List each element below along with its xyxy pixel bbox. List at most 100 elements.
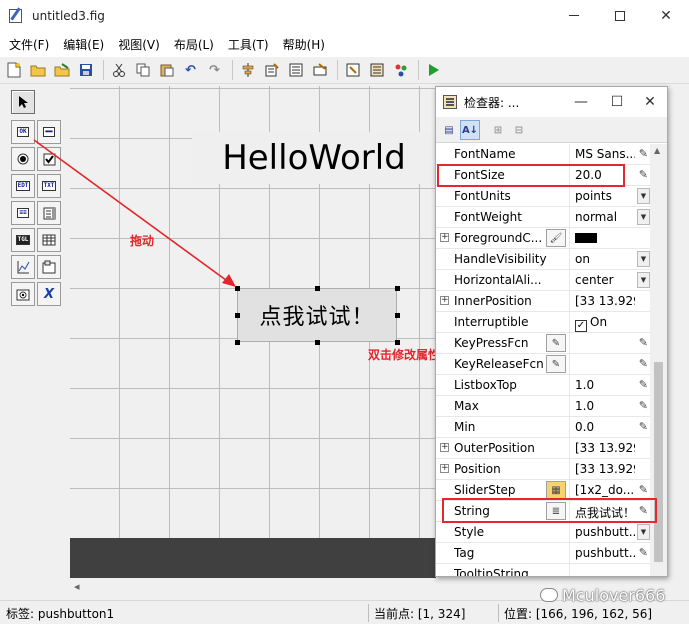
pencil-icon[interactable]: ✎	[639, 399, 648, 412]
property-row[interactable]: TooltipString	[436, 564, 650, 577]
chevron-down-icon[interactable]: ▼	[637, 524, 650, 540]
inspector-close-button[interactable]: ✕	[632, 87, 667, 117]
property-row[interactable]: KeyPressFcn ✎ ✎	[436, 333, 650, 354]
property-row[interactable]: + ForegroundC... 🖌	[436, 228, 650, 249]
property-name: InnerPosition	[454, 294, 532, 308]
property-name: Style	[454, 525, 485, 539]
inspector-toolbar: ▤ A↓ ⊞ ⊟	[436, 117, 667, 143]
categorize-icon[interactable]: ▤	[439, 120, 459, 140]
column-divider	[569, 144, 570, 165]
chevron-down-icon[interactable]: ▼	[637, 251, 650, 267]
property-row[interactable]: FontUnits points ▼	[436, 186, 650, 207]
drag-annotation: 拖动	[130, 234, 155, 248]
horizontal-scrollbar[interactable]: ◂	[70, 578, 436, 595]
property-name: HandleVisibility	[454, 252, 547, 266]
property-row[interactable]: + Position [33 13.929 ...	[436, 459, 650, 480]
pencil-icon[interactable]: ✎	[639, 483, 648, 496]
status-current-point: 当前点: [1, 324]	[374, 607, 466, 621]
scroll-left-icon[interactable]: ◂	[74, 580, 80, 593]
column-divider	[569, 459, 570, 480]
property-value[interactable]: 1.0	[575, 378, 635, 392]
pencil-icon[interactable]: ✎	[639, 168, 648, 181]
pencil-icon[interactable]: ✎	[639, 336, 648, 349]
property-value[interactable]: [33 13.929 ...	[575, 462, 635, 476]
column-divider	[569, 249, 570, 270]
column-divider	[569, 270, 570, 291]
property-value[interactable]: center	[575, 273, 635, 287]
property-value[interactable]: MS Sans...	[575, 147, 635, 161]
property-value[interactable]: 1.0	[575, 399, 635, 413]
pencil-icon[interactable]: ✎	[639, 147, 648, 160]
property-row[interactable]: FontName MS Sans... ✎	[436, 144, 650, 165]
property-value[interactable]: pushbutt...	[575, 525, 635, 539]
property-name: Max	[454, 399, 479, 413]
property-row[interactable]: + InnerPosition [33 13.929 ...	[436, 291, 650, 312]
property-row[interactable]: KeyReleaseFcn ✎ ✎	[436, 354, 650, 375]
property-value[interactable]: ✓ On	[575, 315, 635, 332]
property-value[interactable]: points	[575, 189, 635, 203]
callback-editor-icon[interactable]: ✎	[546, 334, 566, 352]
collapse-all-icon[interactable]: ⊟	[509, 120, 529, 140]
status-divider	[498, 604, 499, 622]
chevron-down-icon[interactable]: ▼	[637, 272, 650, 288]
chevron-down-icon[interactable]: ▼	[637, 209, 650, 225]
column-divider	[569, 564, 570, 576]
column-divider	[569, 186, 570, 207]
pencil-icon[interactable]: ✎	[639, 378, 648, 391]
property-name: ListboxTop	[454, 378, 517, 392]
property-row[interactable]: HandleVisibility on ▼	[436, 249, 650, 270]
callback-editor-icon[interactable]: ✎	[546, 355, 566, 373]
property-name: OuterPosition	[454, 441, 535, 455]
expand-all-icon[interactable]: ⊞	[488, 120, 508, 140]
property-value[interactable]: [33 13.929 ...	[575, 294, 635, 308]
scroll-up-icon[interactable]: ▲	[654, 146, 660, 155]
color-picker-icon[interactable]: 🖌	[546, 229, 566, 247]
column-divider	[569, 354, 570, 375]
expand-icon[interactable]: +	[440, 464, 449, 473]
property-name: TooltipString	[454, 567, 529, 577]
chevron-down-icon[interactable]: ▼	[637, 188, 650, 204]
column-divider	[569, 333, 570, 354]
inspector-title: 检查器: ...	[464, 95, 520, 110]
property-value[interactable]: normal	[575, 210, 635, 224]
fontsize-highlight	[437, 164, 625, 187]
inspector-minimize-button[interactable]: —	[563, 87, 599, 117]
column-divider	[569, 291, 570, 312]
inspector-title-bar: 检查器: ... — ☐ ✕	[436, 87, 667, 117]
pencil-icon[interactable]: ✎	[639, 420, 648, 433]
property-value[interactable]: [33 13.929 ...	[575, 441, 635, 455]
scroll-thumb[interactable]	[654, 362, 663, 562]
column-divider	[569, 522, 570, 543]
column-divider	[569, 207, 570, 228]
property-value[interactable]: 0.0	[575, 420, 635, 434]
column-divider	[569, 543, 570, 564]
string-highlight	[442, 498, 657, 523]
status-position: 位置: [166, 196, 162, 56]	[504, 607, 653, 621]
array-editor-icon[interactable]: ▦	[546, 481, 566, 499]
checkbox-icon[interactable]: ✓	[575, 320, 587, 332]
property-name: FontName	[454, 147, 516, 161]
property-row[interactable]: HorizontalAli... center ▼	[436, 270, 650, 291]
sort-alphabetical-icon[interactable]: A↓	[460, 120, 480, 140]
property-value[interactable]: on	[575, 252, 635, 266]
property-row[interactable]: Min 0.0 ✎	[436, 417, 650, 438]
property-row[interactable]: Style pushbutt... ▼	[436, 522, 650, 543]
property-value[interactable]: [1x2_do...	[575, 483, 635, 497]
property-row[interactable]: FontWeight normal ▼	[436, 207, 650, 228]
pencil-icon[interactable]: ✎	[639, 357, 648, 370]
property-row[interactable]: Tag pushbutt... ✎	[436, 543, 650, 564]
color-swatch[interactable]	[575, 233, 597, 243]
pencil-icon[interactable]: ✎	[639, 546, 648, 559]
property-value[interactable]: pushbutt...	[575, 546, 635, 560]
property-row[interactable]: Interruptible ✓ On	[436, 312, 650, 333]
expand-icon[interactable]: +	[440, 296, 449, 305]
column-divider	[569, 228, 570, 249]
inspector-maximize-button[interactable]: ☐	[599, 87, 635, 117]
property-value[interactable]	[575, 231, 635, 245]
expand-icon[interactable]: +	[440, 233, 449, 242]
property-name: FontWeight	[454, 210, 522, 224]
property-row[interactable]: + OuterPosition [33 13.929 ...	[436, 438, 650, 459]
expand-icon[interactable]: +	[440, 443, 449, 452]
property-row[interactable]: Max 1.0 ✎	[436, 396, 650, 417]
property-row[interactable]: ListboxTop 1.0 ✎	[436, 375, 650, 396]
